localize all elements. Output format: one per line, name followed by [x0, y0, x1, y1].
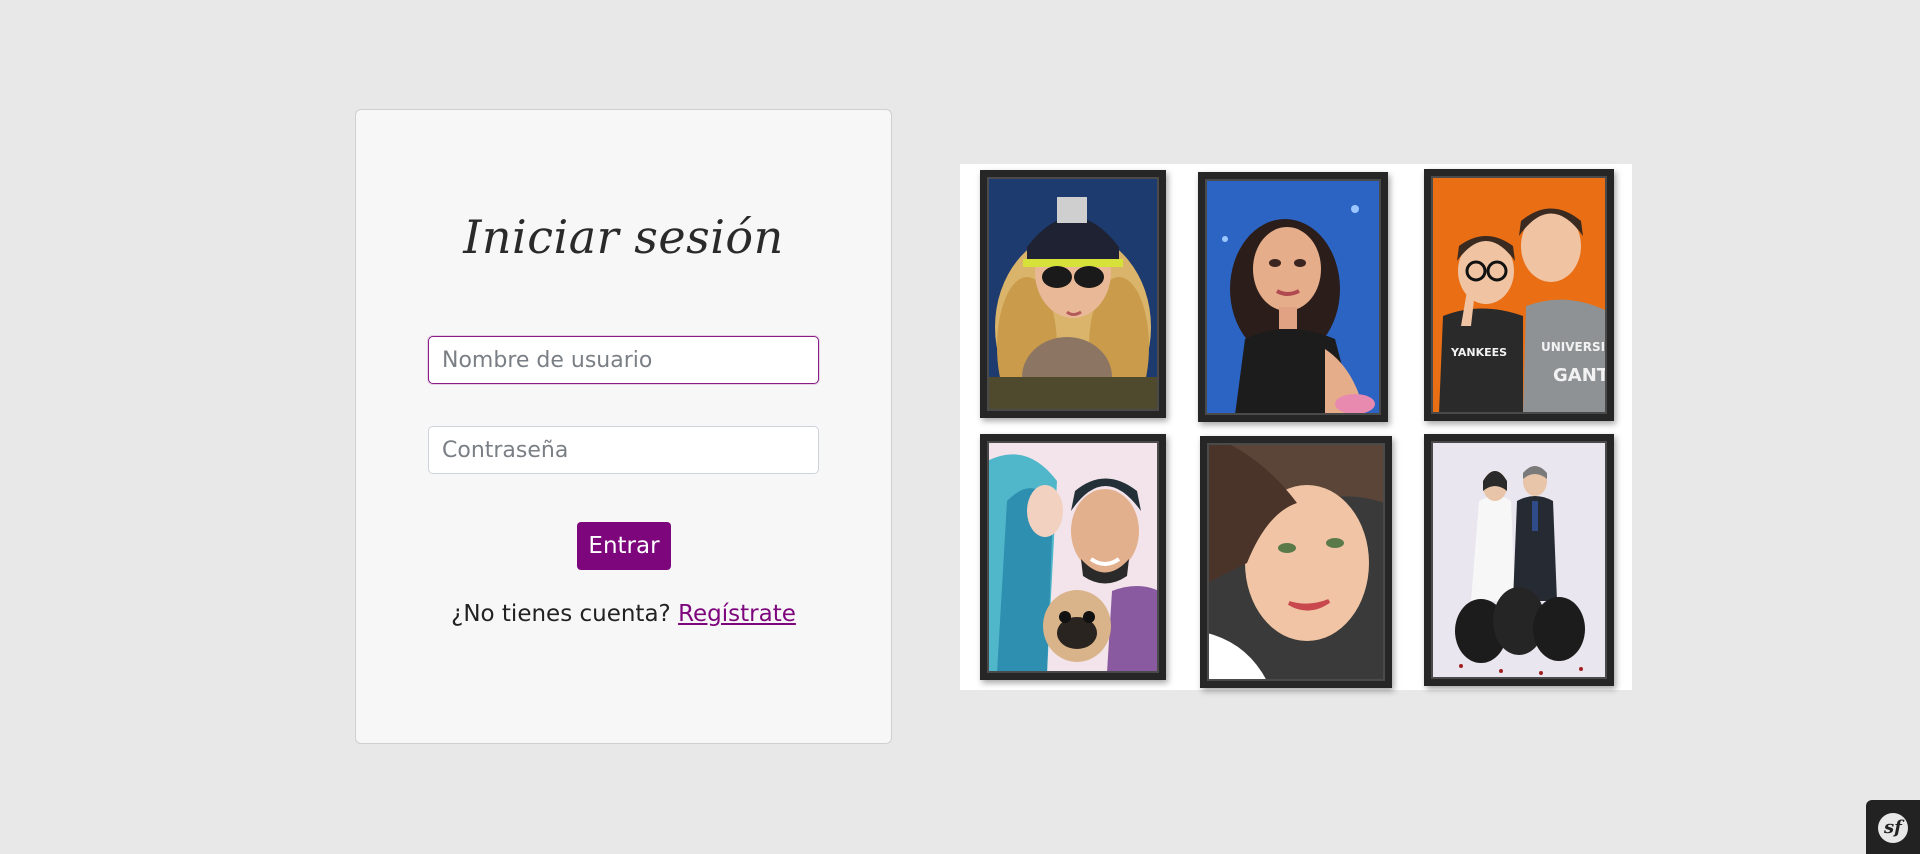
symfony-debug-toolbar[interactable]: sf [1866, 800, 1920, 854]
username-input[interactable] [428, 336, 819, 384]
page-title: Iniciar sesión [463, 210, 784, 264]
portrait-couple-with-pug [980, 434, 1166, 680]
portrait-two-boys-orange-background: UNIVERSITY GANT YANKEES [1424, 169, 1614, 421]
register-line: ¿No tienes cuenta? Regístrate [355, 601, 892, 627]
register-prompt: ¿No tienes cuenta? [451, 601, 671, 627]
portrait-woman-closeup [1200, 436, 1392, 688]
portrait-woman-cap-sunglasses [980, 170, 1166, 418]
password-input[interactable] [428, 426, 819, 474]
register-link[interactable]: Regístrate [678, 601, 796, 627]
symfony-logo-icon: sf [1878, 813, 1908, 843]
portrait-woman-blue-background [1198, 172, 1388, 422]
portrait-couple-with-dogs [1424, 434, 1614, 686]
portrait-gallery: UNIVERSITY GANT YANKEES [960, 164, 1632, 690]
login-button[interactable]: Entrar [577, 522, 671, 570]
